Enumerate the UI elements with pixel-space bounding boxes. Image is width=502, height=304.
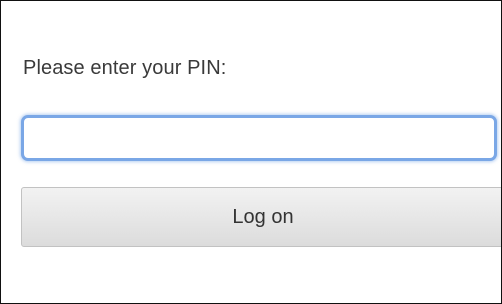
login-panel: Please enter your PIN: Log on xyxy=(0,0,502,304)
pin-prompt-label: Please enter your PIN: xyxy=(23,57,227,79)
pin-input[interactable] xyxy=(21,115,497,161)
log-on-button[interactable]: Log on xyxy=(21,187,501,247)
